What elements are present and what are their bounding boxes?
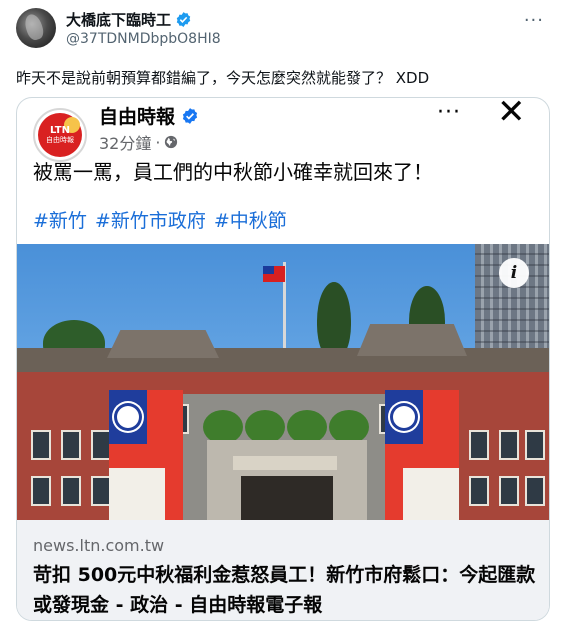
- link-title[interactable]: 苛扣 500元中秋福利金惹怒員工！新竹市府鬆口：今起匯款或發現金 - 政治 - …: [33, 560, 539, 620]
- verified-badge-icon: [182, 107, 198, 124]
- tweet: 大橋底下臨時工 @37TDNMDbpbO8HI8 ··· 昨天不是說前朝預算都錯…: [0, 0, 566, 631]
- window: [469, 430, 489, 460]
- hashtag-link[interactable]: #中秋節: [214, 206, 287, 233]
- entrance-door: [241, 476, 333, 520]
- shrub: [203, 410, 243, 444]
- shrub: [287, 410, 327, 444]
- more-options-icon[interactable]: ···: [437, 100, 461, 125]
- page-name[interactable]: 自由時報: [99, 102, 175, 129]
- page-name-row: 自由時報: [99, 102, 199, 129]
- post-meta: 32分鐘 ·: [99, 130, 178, 154]
- link-domain: news.ltn.com.tw: [33, 536, 165, 555]
- close-icon[interactable]: ✕: [497, 98, 526, 132]
- article-photo[interactable]: i: [17, 244, 549, 520]
- window: [61, 476, 81, 506]
- window: [499, 476, 519, 506]
- anniversary-banner: [109, 468, 165, 520]
- link-preview[interactable]: news.ltn.com.tw 苛扣 500元中秋福利金惹怒員工！新竹市府鬆口：…: [17, 520, 549, 620]
- avatar[interactable]: [16, 8, 56, 48]
- display-name[interactable]: 大橋底下臨時工: [66, 9, 171, 30]
- embedded-facebook-post[interactable]: LTN 自由時報 自由時報 32分鐘 · ··· ✕ 被罵一罵，員工們的中秋節小…: [16, 97, 550, 621]
- window: [91, 430, 111, 460]
- more-options-icon[interactable]: ···: [524, 10, 544, 31]
- shrub: [245, 410, 285, 444]
- anniversary-banner: [403, 468, 459, 520]
- tweet-text: 昨天不是說前朝預算都錯編了，今天怎麼突然就能發了？ XDD: [16, 69, 430, 87]
- window: [525, 476, 545, 506]
- window: [31, 430, 51, 460]
- window: [469, 476, 489, 506]
- rooftop-flag: [263, 266, 285, 282]
- logo-text: LTN: [50, 125, 70, 136]
- hashtag-list: #新竹 #新竹市政府 #中秋節: [33, 206, 287, 233]
- roof-tower-left: [107, 330, 219, 358]
- page-logo[interactable]: LTN 自由時報: [33, 108, 87, 162]
- author-row: 大橋底下臨時工: [66, 9, 192, 30]
- window: [61, 430, 81, 460]
- timestamp[interactable]: 32分鐘: [99, 130, 151, 154]
- globe-icon: [165, 135, 178, 149]
- window: [31, 476, 51, 506]
- hashtag-link[interactable]: #新竹市政府: [95, 206, 206, 233]
- window: [499, 430, 519, 460]
- window: [525, 430, 545, 460]
- building-plaque: [233, 456, 337, 470]
- window: [91, 476, 111, 506]
- info-icon[interactable]: i: [499, 258, 529, 288]
- logo-subtext: 自由時報: [46, 136, 74, 144]
- hashtag-link[interactable]: #新竹: [33, 206, 87, 233]
- separator-dot: ·: [155, 132, 161, 152]
- verified-badge-icon: [176, 12, 191, 27]
- shrub: [329, 410, 369, 444]
- roof-tower-right: [357, 324, 467, 356]
- handle[interactable]: @37TDNMDbpbO8HI8: [66, 31, 221, 47]
- post-text: 被罵一罵，員工們的中秋節小確幸就回來了！: [33, 160, 433, 184]
